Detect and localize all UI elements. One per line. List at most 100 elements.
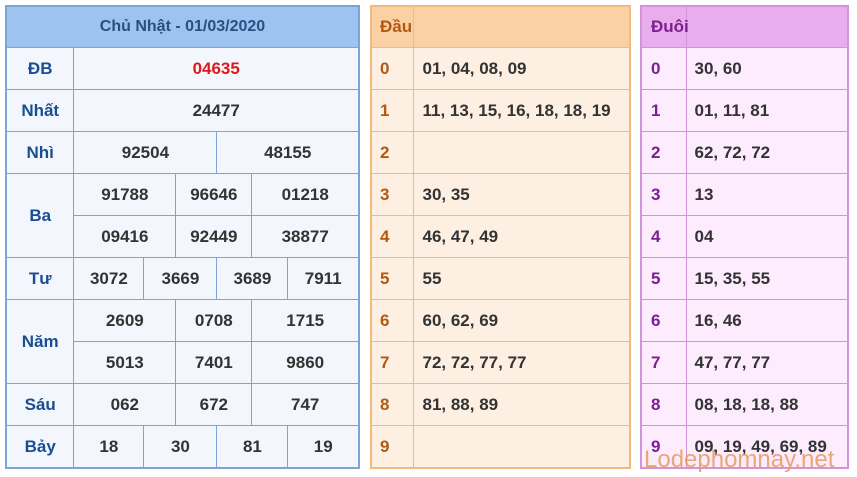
prize-label-ba: Ba xyxy=(5,173,75,258)
prize-label-tu: Tư xyxy=(5,257,75,300)
prize-label-nhi: Nhì xyxy=(5,131,75,174)
prize-nhi-value: 92504 xyxy=(73,131,218,174)
dau-row: 3 30, 35 xyxy=(370,173,631,216)
prize-label-nhat: Nhất xyxy=(5,89,75,132)
dau-key: 6 xyxy=(370,299,414,342)
duoi-value: 30, 60 xyxy=(685,47,849,90)
prize-tu-value: 7911 xyxy=(287,257,360,300)
prize-ba-value: 96646 xyxy=(175,173,253,216)
duoi-key: 1 xyxy=(640,89,687,132)
prize-bay-value: 81 xyxy=(216,425,289,469)
prize-nam-value: 1715 xyxy=(251,299,360,342)
prize-nam-value: 7401 xyxy=(175,341,253,384)
dau-value: 55 xyxy=(412,257,631,300)
duoi-key: 6 xyxy=(640,299,687,342)
prize-ba-value: 38877 xyxy=(251,215,360,258)
duoi-value: 15, 35, 55 xyxy=(685,257,849,300)
prize-ba-value: 92449 xyxy=(175,215,253,258)
duoi-table: Đuôi 0 30, 60 1 01, 11, 81 2 62, 72, 72 3 13… xyxy=(640,5,849,469)
duoi-key: 8 xyxy=(640,383,687,426)
duoi-key: 4 xyxy=(640,215,687,258)
duoi-key: 5 xyxy=(640,257,687,300)
site-watermark: Lodephomnay.net xyxy=(644,446,835,473)
duoi-header: Đuôi xyxy=(640,5,689,48)
dau-row: 6 60, 62, 69 xyxy=(370,299,631,342)
duoi-row: 1 01, 11, 81 xyxy=(640,89,849,132)
prize-nam-value: 5013 xyxy=(73,341,177,384)
dau-key: 2 xyxy=(370,131,414,174)
dau-key: 1 xyxy=(370,89,414,132)
dau-row: 9 xyxy=(370,425,631,469)
lottery-results-table: Chủ Nhật - 01/03/2020 ĐB 04635 Nhất 2447… xyxy=(5,5,360,469)
dau-row: 2 xyxy=(370,131,631,174)
duoi-value: 62, 72, 72 xyxy=(685,131,849,174)
dau-value: 01, 04, 08, 09 xyxy=(412,47,631,90)
duoi-row: 4 04 xyxy=(640,215,849,258)
duoi-header-blank xyxy=(685,5,849,48)
duoi-value: 01, 11, 81 xyxy=(685,89,849,132)
dau-row: 1 11, 13, 15, 16, 18, 18, 19 xyxy=(370,89,631,132)
duoi-key: 3 xyxy=(640,173,687,216)
duoi-row: 5 15, 35, 55 xyxy=(640,257,849,300)
prize-bay-value: 18 xyxy=(73,425,145,469)
dau-value: 72, 72, 77, 77 xyxy=(412,341,631,384)
duoi-row: 2 62, 72, 72 xyxy=(640,131,849,174)
prize-label-db: ĐB xyxy=(5,47,75,90)
prize-label-nam: Năm xyxy=(5,299,75,384)
prize-sau-value: 062 xyxy=(73,383,177,426)
dau-row: 0 01, 04, 08, 09 xyxy=(370,47,631,90)
dau-value: 60, 62, 69 xyxy=(412,299,631,342)
prize-nam-value: 9860 xyxy=(251,341,360,384)
duoi-row: 7 47, 77, 77 xyxy=(640,341,849,384)
prize-label-sau: Sáu xyxy=(5,383,75,426)
duoi-key: 0 xyxy=(640,47,687,90)
duoi-key: 2 xyxy=(640,131,687,174)
duoi-row: 3 13 xyxy=(640,173,849,216)
dau-key: 5 xyxy=(370,257,414,300)
prize-nam-value: 2609 xyxy=(73,299,177,342)
prize-tu-value: 3669 xyxy=(143,257,218,300)
prize-ba-value: 01218 xyxy=(251,173,360,216)
dau-key: 9 xyxy=(370,425,414,469)
prize-nhat-value: 24477 xyxy=(73,89,360,132)
duoi-value: 47, 77, 77 xyxy=(685,341,849,384)
duoi-value: 04 xyxy=(685,215,849,258)
dau-row: 4 46, 47, 49 xyxy=(370,215,631,258)
dau-value xyxy=(412,131,631,174)
prize-sau-value: 747 xyxy=(251,383,360,426)
results-title: Chủ Nhật - 01/03/2020 xyxy=(5,5,360,48)
duoi-value: 13 xyxy=(685,173,849,216)
dau-key: 8 xyxy=(370,383,414,426)
prize-tu-value: 3689 xyxy=(216,257,289,300)
dau-key: 3 xyxy=(370,173,414,216)
dau-row: 8 81, 88, 89 xyxy=(370,383,631,426)
dau-key: 4 xyxy=(370,215,414,258)
prize-bay-value: 30 xyxy=(143,425,218,469)
dau-value xyxy=(412,425,631,469)
prize-sau-value: 672 xyxy=(175,383,253,426)
prize-nhi-value: 48155 xyxy=(216,131,360,174)
dau-row: 7 72, 72, 77, 77 xyxy=(370,341,631,384)
duoi-row: 6 16, 46 xyxy=(640,299,849,342)
prize-ba-value: 09416 xyxy=(73,215,177,258)
duoi-value: 16, 46 xyxy=(685,299,849,342)
dau-header: Đầu xyxy=(370,5,414,48)
dau-value: 11, 13, 15, 16, 18, 18, 19 xyxy=(412,89,631,132)
dau-row: 5 55 xyxy=(370,257,631,300)
prize-db-value: 04635 xyxy=(73,47,360,90)
prize-ba-value: 91788 xyxy=(73,173,177,216)
dau-header-blank xyxy=(412,5,631,48)
dau-value: 30, 35 xyxy=(412,173,631,216)
prize-label-bay: Bảy xyxy=(5,425,75,469)
dau-value: 81, 88, 89 xyxy=(412,383,631,426)
duoi-value: 08, 18, 18, 88 xyxy=(685,383,849,426)
dau-value: 46, 47, 49 xyxy=(412,215,631,258)
dau-key: 0 xyxy=(370,47,414,90)
prize-bay-value: 19 xyxy=(287,425,360,469)
dau-table: Đầu 0 01, 04, 08, 09 1 11, 13, 15, 16, 18,… xyxy=(370,5,631,469)
duoi-row: 0 30, 60 xyxy=(640,47,849,90)
prize-nam-value: 0708 xyxy=(175,299,253,342)
dau-key: 7 xyxy=(370,341,414,384)
duoi-row: 8 08, 18, 18, 88 xyxy=(640,383,849,426)
duoi-key: 7 xyxy=(640,341,687,384)
